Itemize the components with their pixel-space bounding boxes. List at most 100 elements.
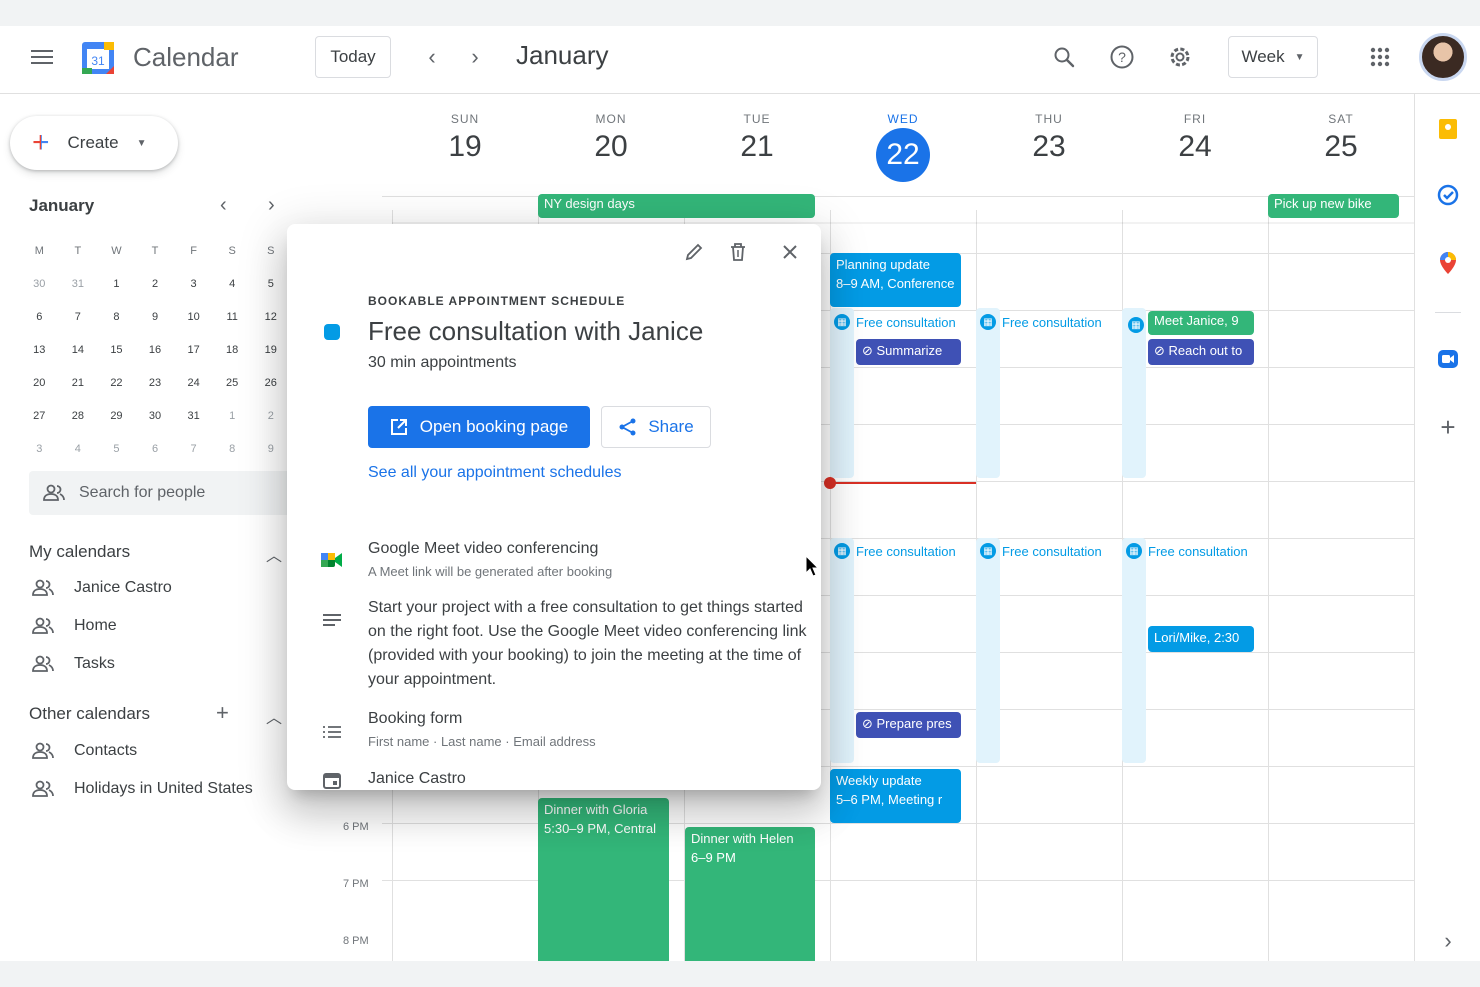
mini-day[interactable]: 1 [213,410,252,422]
mini-day[interactable]: 8 [97,311,136,323]
get-addons-plus-icon[interactable]: + [1435,412,1461,442]
calendar-list-item[interactable]: Tasks [32,655,115,673]
event-ny-design-days[interactable]: NY design days [538,194,815,218]
appointment-slot-block[interactable] [830,538,854,763]
event-lori-mike[interactable]: Lori/Mike, 2:30 [1148,626,1254,652]
day-column-header[interactable]: WED 22 [830,112,976,182]
mini-day[interactable]: 1 [97,278,136,290]
appointment-slot-label[interactable]: ▦ [1122,314,1146,334]
event-planning-update[interactable]: Planning update 8–9 AM, Conference [830,253,961,307]
mini-day[interactable]: 9 [251,443,290,455]
event-pick-up-bike[interactable]: Pick up new bike [1268,194,1399,218]
search-icon[interactable] [1049,42,1079,72]
mini-day[interactable]: 31 [174,410,213,422]
mini-day[interactable]: 28 [59,410,98,422]
settings-gear-icon[interactable] [1165,42,1195,72]
create-button[interactable]: + Create ▼ [10,116,178,170]
mini-day[interactable]: 3 [20,443,59,455]
calendar-list-item[interactable]: Holidays in United States [32,780,253,798]
appointment-slot-label[interactable]: ▦ Free consultation [980,314,1108,330]
keep-notes-icon[interactable] [1435,116,1461,142]
day-column-header[interactable]: FRI 24 [1122,112,1268,164]
mini-day[interactable]: 14 [59,344,98,356]
maps-pin-icon[interactable] [1435,250,1461,276]
view-selector[interactable]: Week ▼ [1228,36,1318,78]
mini-day[interactable]: 2 [136,278,175,290]
account-avatar[interactable] [1419,33,1467,81]
collapse-chevron-icon[interactable]: ︿ [266,704,282,728]
mini-day[interactable]: 23 [136,377,175,389]
day-number[interactable]: 20 [538,130,684,164]
mini-day[interactable]: 7 [174,443,213,455]
main-menu-icon[interactable] [30,46,54,70]
mini-day[interactable]: 27 [20,410,59,422]
see-all-schedules-link[interactable]: See all your appointment schedules [368,464,622,482]
mini-day[interactable]: 21 [59,377,98,389]
mini-day[interactable]: 25 [213,377,252,389]
close-icon[interactable] [776,238,804,266]
mini-day[interactable]: 7 [59,311,98,323]
collapse-chevron-icon[interactable]: ︿ [266,542,282,566]
prev-week-chevron-icon[interactable]: ‹ [419,44,445,70]
mini-day[interactable]: 10 [174,311,213,323]
event-weekly-update[interactable]: Weekly update 5–6 PM, Meeting r [830,769,961,823]
appointment-slot-block[interactable] [1122,538,1146,763]
mini-day[interactable]: 5 [251,278,290,290]
mini-day[interactable]: 19 [251,344,290,356]
calendar-list-item[interactable]: Home [32,617,117,635]
mini-day[interactable]: 6 [136,443,175,455]
zoom-video-icon[interactable] [1435,346,1461,372]
appointment-slot-label[interactable]: ▦ Free consultation [1126,543,1254,559]
edit-pencil-icon[interactable] [680,238,708,266]
open-booking-page-button[interactable]: Open booking page [368,406,590,448]
mini-day[interactable]: 22 [97,377,136,389]
search-people-field[interactable]: Search for people [29,471,291,515]
mini-day[interactable]: 16 [136,344,175,356]
day-column-header[interactable]: SAT 25 [1268,112,1414,164]
add-calendar-plus-icon[interactable]: + [216,700,229,726]
expand-panel-chevron-icon[interactable]: › [1435,928,1461,954]
tasks-icon[interactable] [1435,182,1461,208]
mini-day[interactable]: 11 [213,311,252,323]
day-column-header[interactable]: THU 23 [976,112,1122,164]
today-button[interactable]: Today [315,36,391,78]
mini-day[interactable]: 29 [97,410,136,422]
task-summarize[interactable]: ⊘ Summarize [856,339,961,365]
calendar-list-item[interactable]: Janice Castro [32,579,172,597]
day-column-header[interactable]: TUE 21 [684,112,830,164]
mini-day[interactable]: 8 [213,443,252,455]
help-icon[interactable]: ? [1107,42,1137,72]
mini-day[interactable]: 20 [20,377,59,389]
day-number[interactable]: 21 [684,130,830,164]
appointment-slot-block[interactable] [976,308,1000,478]
appointment-slot-label[interactable]: ▦ Free consultation [980,543,1108,559]
other-calendars-title[interactable]: Other calendars [29,704,150,724]
day-number[interactable]: 24 [1122,130,1268,164]
share-button[interactable]: Share [601,406,711,448]
task-reach-out[interactable]: ⊘ Reach out to [1148,339,1254,365]
mini-day[interactable]: 2 [251,410,290,422]
mini-day[interactable]: 31 [59,278,98,290]
mini-day[interactable]: 9 [136,311,175,323]
mini-day[interactable]: 12 [251,311,290,323]
mini-day[interactable]: 6 [20,311,59,323]
day-number[interactable]: 23 [976,130,1122,164]
appointment-slot-label[interactable]: ▦ Free consultation [834,314,962,330]
event-meet-janice[interactable]: Meet Janice, 9 [1148,311,1254,335]
calendar-list-item[interactable]: Contacts [32,742,137,760]
mini-day[interactable]: 3 [174,278,213,290]
appointment-slot-block[interactable] [976,538,1000,763]
event-dinner-gloria[interactable]: Dinner with Gloria 5:30–9 PM, Central [538,798,669,961]
mini-day[interactable]: 18 [213,344,252,356]
mini-day[interactable]: 24 [174,377,213,389]
mini-day[interactable]: 30 [20,278,59,290]
event-dinner-helen[interactable]: Dinner with Helen 6–9 PM [685,827,815,961]
mini-day[interactable]: 26 [251,377,290,389]
day-number[interactable]: 22 [876,128,930,182]
day-number[interactable]: 19 [392,130,538,164]
day-number[interactable]: 25 [1268,130,1414,164]
mini-day[interactable]: 17 [174,344,213,356]
day-column-header[interactable]: MON 20 [538,112,684,164]
mini-day[interactable]: 13 [20,344,59,356]
mini-day[interactable]: 5 [97,443,136,455]
